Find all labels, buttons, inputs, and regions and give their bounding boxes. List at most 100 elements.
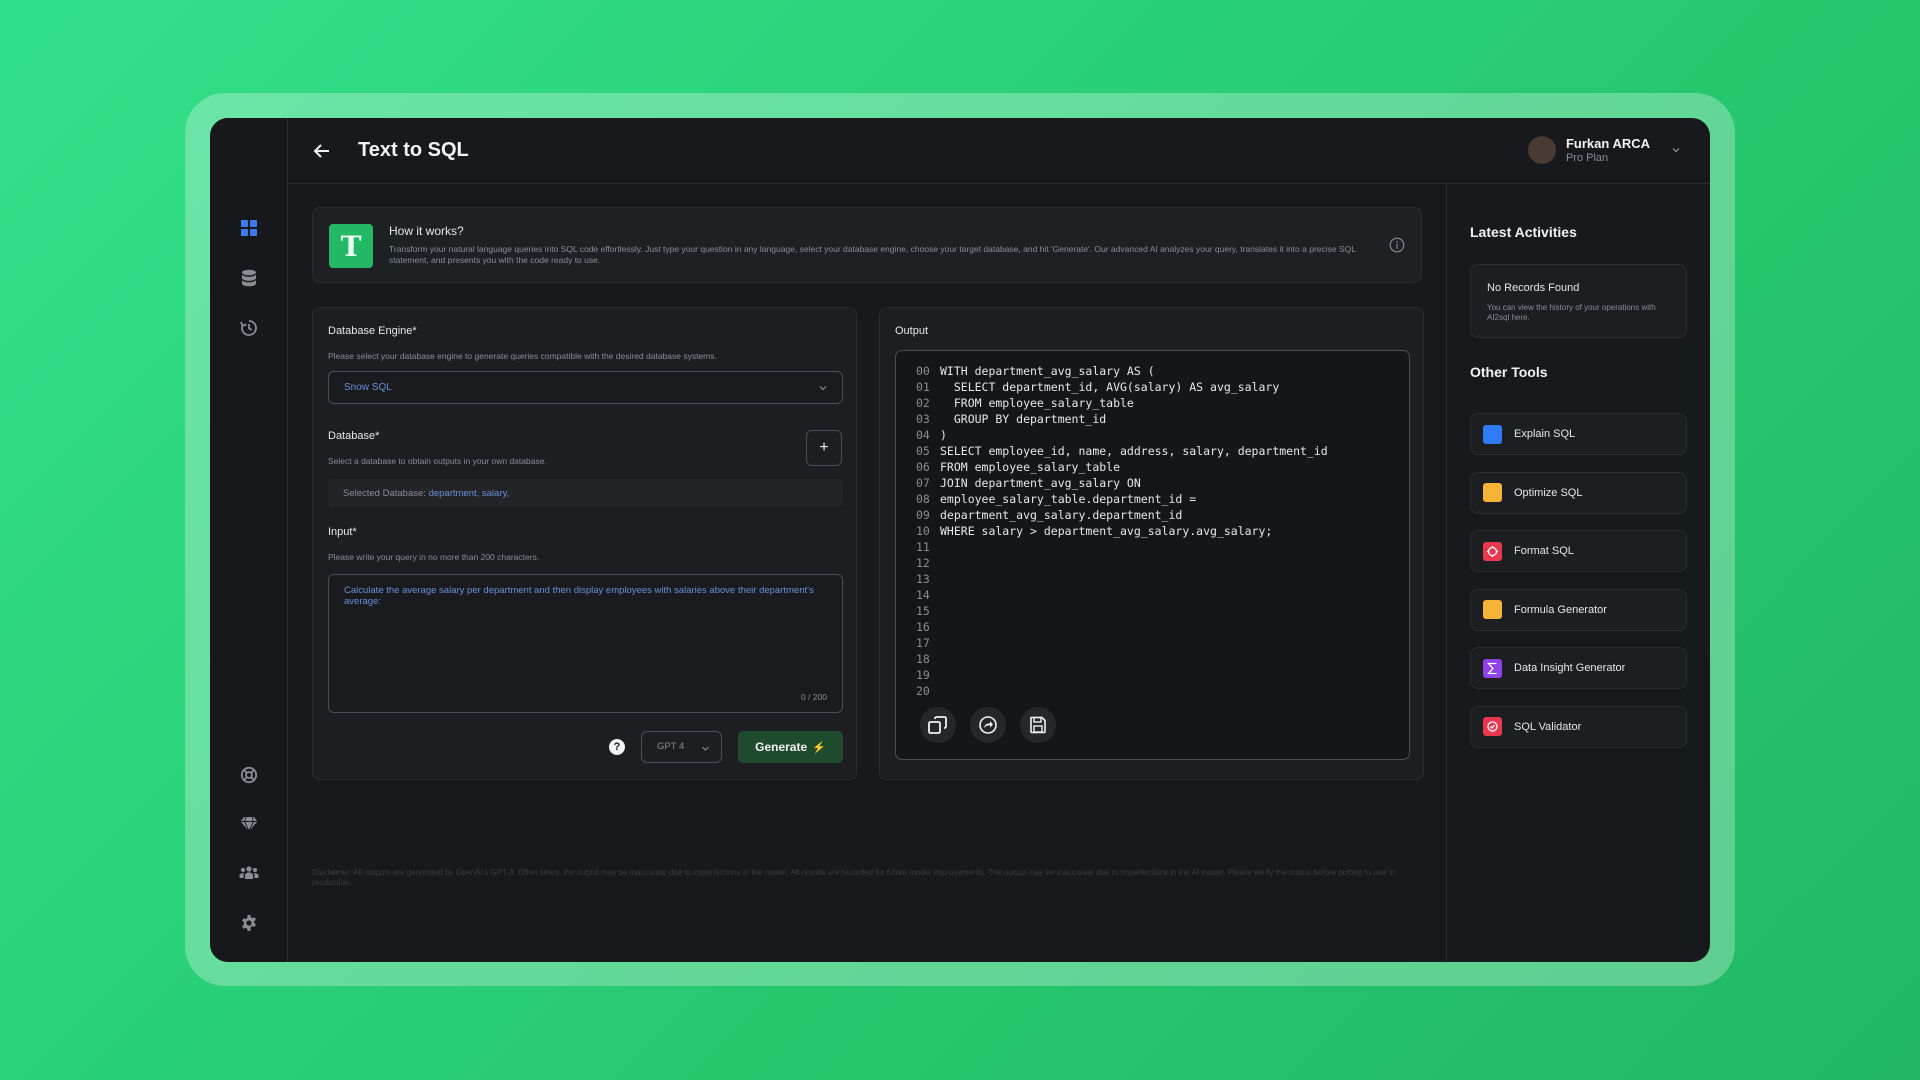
header: Text to SQL Furkan ARCA Pro Plan (288, 118, 1710, 184)
add-database-button[interactable]: + (806, 430, 842, 466)
database-icon[interactable] (239, 268, 259, 288)
team-icon[interactable] (239, 863, 259, 883)
database-hint: Select a database to obtain outputs in y… (328, 456, 547, 466)
tool-label: SQL Validator (1514, 720, 1582, 733)
chevron-down-icon (702, 746, 709, 751)
info-icon[interactable] (1389, 237, 1405, 253)
diamond-icon[interactable] (239, 814, 259, 834)
no-records-text: You can view the history of your operati… (1487, 303, 1656, 322)
line-number: 00 (916, 364, 930, 378)
support-icon[interactable] (239, 765, 259, 785)
line-number: 17 (916, 636, 930, 650)
disclaimer: Disclaimer: All outputs are generated by… (312, 868, 1395, 887)
code-line: 14 (916, 587, 1328, 603)
code-text: WHERE salary > department_avg_salary.avg… (940, 524, 1273, 538)
explain-icon (1483, 424, 1502, 444)
code-text: GROUP BY department_id (940, 412, 1107, 426)
line-number: 16 (916, 620, 930, 634)
main-content: T How it works? Transform your natural l… (288, 184, 1446, 962)
validator-icon (1483, 717, 1502, 736)
tool-explain-sql[interactable]: Explain SQL (1470, 413, 1687, 455)
line-number: 03 (916, 412, 930, 426)
code-line: 05 SELECT employee_id, name, address, sal… (916, 443, 1328, 459)
code-line: 19 (916, 667, 1328, 683)
latest-activities-title: Latest Activities (1470, 224, 1577, 240)
generate-button[interactable]: Generate ⚡ (738, 731, 843, 763)
avatar (1527, 136, 1556, 164)
line-number: 06 (916, 460, 930, 474)
line-number: 12 (916, 556, 930, 570)
share-button[interactable] (970, 707, 1006, 743)
format-icon (1483, 541, 1502, 561)
code-line: 15 (916, 603, 1328, 619)
query-form-panel: Database Engine* Please select your data… (312, 307, 857, 780)
tool-label: Optimize SQL (1514, 486, 1583, 499)
engine-label: Database Engine* (328, 325, 417, 337)
line-number: 19 (916, 668, 930, 682)
code-line: 07 JOIN department_avg_salary ON (916, 475, 1328, 491)
chevron-down-icon (819, 386, 827, 391)
input-label: Input* (328, 526, 357, 538)
line-number: 01 (916, 380, 930, 394)
code-text: JOIN department_avg_salary ON (940, 476, 1141, 490)
user-menu[interactable]: Furkan ARCA Pro Plan (1527, 136, 1682, 164)
line-number: 20 (916, 684, 930, 698)
character-counter: 0 / 200 (801, 692, 827, 702)
model-value: GPT 4 (657, 741, 685, 752)
line-number: 09 (916, 508, 930, 522)
other-tools-title: Other Tools (1470, 364, 1548, 380)
code-line: 08 employee_salary_table.department_id = (916, 491, 1328, 507)
settings-icon[interactable] (239, 913, 259, 933)
help-icon[interactable]: ? (609, 739, 625, 755)
code-line: 11 (916, 539, 1328, 555)
code-text: SELECT department_id, AVG(salary) AS avg… (940, 380, 1280, 394)
database-engine-select[interactable]: Snow SQL (328, 371, 843, 404)
code-text: ) (940, 428, 947, 442)
code-line: 20 (916, 683, 1328, 699)
line-number: 18 (916, 652, 930, 666)
query-input[interactable]: Calculate the average salary per departm… (328, 574, 843, 713)
text-to-sql-logo: T (329, 224, 373, 268)
code-text: employee_salary_table.department_id = (940, 492, 1197, 506)
page-title: Text to SQL (358, 139, 469, 161)
code-line: 04) (916, 427, 1328, 443)
engine-value: Snow SQL (344, 382, 392, 393)
copy-button[interactable] (920, 707, 956, 743)
selected-db-values[interactable]: department, salary, (429, 488, 510, 499)
line-number: 08 (916, 492, 930, 506)
engine-hint: Please select your database engine to ge… (328, 351, 717, 361)
user-name: Furkan ARCA (1565, 136, 1650, 151)
how-it-works-title: How it works? (389, 224, 464, 238)
tool-format-sql[interactable]: Format SQL (1470, 530, 1687, 572)
code-text: FROM employee_salary_table (940, 460, 1121, 474)
tool-label: Explain SQL (1514, 428, 1576, 440)
code-actions (920, 707, 1056, 743)
code-line: 12 (916, 555, 1328, 571)
insight-icon (1483, 658, 1502, 678)
back-arrow-icon[interactable] (312, 141, 332, 161)
line-number: 11 (916, 540, 930, 554)
tool-formula-generator[interactable]: Formula Generator (1470, 588, 1687, 631)
tool-optimize-sql[interactable]: Optimize SQL (1470, 471, 1687, 514)
line-number: 13 (916, 572, 930, 586)
code-line: 16 (916, 619, 1328, 635)
code-line: 00 WITH department_avg_salary AS ( (916, 363, 1328, 379)
tool-label: Formula Generator (1514, 603, 1607, 616)
tool-data-insight-generator[interactable]: Data Insight Generator (1470, 647, 1687, 689)
code-line: 09 department_avg_salary.department_id (916, 507, 1328, 523)
line-number: 14 (916, 588, 930, 602)
optimize-icon (1483, 483, 1502, 502)
model-select[interactable]: GPT 4 (641, 731, 722, 763)
code-line: 01 SELECT department_id, AVG(salary) AS … (916, 379, 1328, 395)
output-panel: Output 00 WITH department_avg_salary AS (… (879, 307, 1424, 780)
tool-sql-validator[interactable]: SQL Validator (1470, 705, 1687, 748)
dashboard-icon[interactable] (239, 218, 259, 238)
selected-db-prefix: Selected Database: (343, 488, 429, 499)
no-records-card: No Records Found You can view the histor… (1470, 264, 1687, 338)
save-button[interactable] (1020, 707, 1056, 743)
line-number: 05 (916, 444, 930, 458)
code-output[interactable]: 00 WITH department_avg_salary AS (01 SELE… (895, 350, 1410, 760)
right-sidebar: Latest Activities No Records Found You c… (1446, 184, 1710, 962)
history-icon[interactable] (239, 318, 259, 338)
line-number: 04 (916, 428, 930, 442)
